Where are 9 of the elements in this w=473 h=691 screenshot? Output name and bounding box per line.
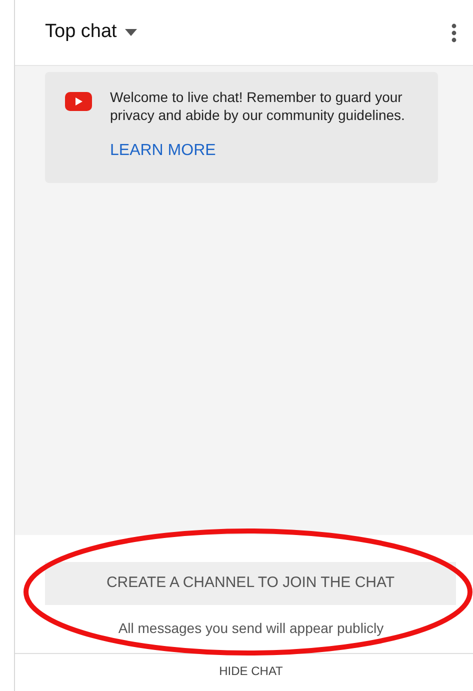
public-notice: All messages you send will appear publicly <box>117 619 384 638</box>
caret-icon <box>124 29 137 36</box>
play-logo-icon <box>65 92 92 111</box>
create-channel-button[interactable]: CREATE A CHANNEL TO JOIN THE CHAT <box>45 562 456 605</box>
top-chat-dropdown[interactable]: Top chat <box>45 18 137 47</box>
welcome-message: Welcome to live chat! Remember to guard your privacy and abide by our community guidelines. <box>110 88 406 124</box>
learn-more-link[interactable]: LEARN MORE <box>110 139 428 163</box>
hide-chat-button[interactable]: HIDE CHAT <box>205 662 283 680</box>
more-options-icon[interactable] <box>451 22 457 42</box>
